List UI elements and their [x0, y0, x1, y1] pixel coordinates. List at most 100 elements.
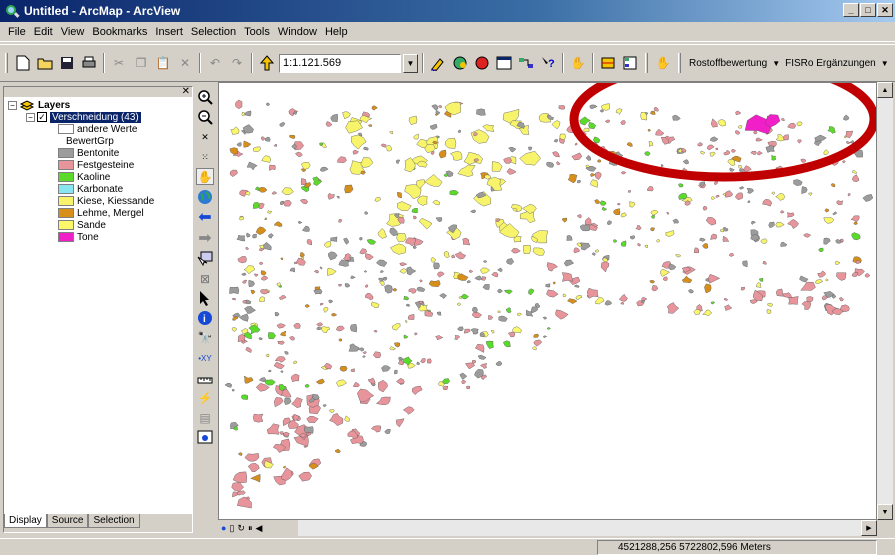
map-feature-polygon[interactable]: [765, 145, 775, 153]
map-feature-polygon[interactable]: [511, 247, 521, 254]
map-feature-polygon[interactable]: [653, 106, 659, 112]
map-feature-polygon[interactable]: [359, 248, 368, 255]
map-feature-polygon[interactable]: [293, 323, 301, 329]
forward-extent-arrow-icon[interactable]: ➡: [196, 229, 214, 247]
map-feature-polygon[interactable]: [735, 110, 742, 116]
map-feature-polygon[interactable]: [607, 220, 612, 225]
map-feature-polygon[interactable]: [710, 301, 716, 305]
map-feature-polygon[interactable]: [512, 208, 518, 212]
map-feature-polygon[interactable]: [533, 339, 543, 347]
map-feature-polygon[interactable]: [443, 250, 450, 259]
map-feature-polygon[interactable]: [396, 378, 405, 385]
map-feature-polygon[interactable]: [851, 232, 861, 241]
map-feature-polygon[interactable]: [319, 142, 324, 146]
map-feature-polygon[interactable]: [368, 124, 373, 127]
open-folder-icon[interactable]: [35, 53, 55, 73]
map-feature-polygon[interactable]: [506, 168, 517, 175]
map-feature-polygon[interactable]: [585, 164, 590, 168]
toolbar-grip[interactable]: [678, 53, 681, 73]
map-feature-polygon[interactable]: [705, 217, 717, 226]
map-feature-polygon[interactable]: [650, 209, 659, 216]
map-feature-polygon[interactable]: [436, 135, 441, 139]
clear-selection-icon[interactable]: ⊠: [196, 270, 214, 287]
map-feature-polygon[interactable]: [832, 211, 837, 216]
map-feature-polygon[interactable]: [458, 295, 463, 300]
time-slider-icon[interactable]: [196, 429, 214, 446]
map-feature-polygon[interactable]: [801, 186, 808, 194]
map-feature-polygon[interactable]: [555, 309, 569, 320]
map-feature-polygon[interactable]: [508, 147, 517, 153]
map-feature-polygon[interactable]: [266, 423, 280, 435]
map-feature-polygon[interactable]: [843, 114, 850, 121]
map-feature-polygon[interactable]: [313, 289, 323, 295]
paste-icon[interactable]: 📋: [153, 53, 173, 73]
map-feature-polygon[interactable]: [268, 233, 274, 239]
map-canvas[interactable]: [219, 83, 877, 520]
map-feature-polygon[interactable]: [325, 121, 333, 127]
map-feature-polygon[interactable]: [507, 331, 516, 338]
map-feature-polygon[interactable]: [402, 406, 415, 415]
rostoffbewertung-menu[interactable]: Rostoffbewertung: [686, 58, 770, 69]
map-feature-polygon[interactable]: [303, 426, 314, 434]
map-feature-polygon[interactable]: [847, 193, 851, 197]
map-feature-polygon[interactable]: [450, 150, 463, 161]
map-feature-polygon[interactable]: [738, 125, 743, 129]
map-feature-polygon[interactable]: [304, 384, 310, 388]
map-feature-polygon[interactable]: [293, 261, 298, 265]
map-display[interactable]: [218, 82, 877, 520]
map-feature-polygon[interactable]: [364, 211, 369, 215]
legend-swatch[interactable]: [58, 124, 74, 134]
map-feature-polygon[interactable]: [442, 385, 449, 391]
map-feature-polygon[interactable]: [771, 191, 775, 195]
map-feature-polygon[interactable]: [268, 369, 272, 373]
map-feature-polygon[interactable]: [604, 300, 613, 306]
menu-window[interactable]: Window: [274, 26, 321, 38]
collapse-layer-icon[interactable]: −: [26, 112, 35, 122]
tool-hand-icon[interactable]: ✋: [568, 53, 588, 73]
map-feature-polygon[interactable]: [455, 251, 467, 260]
map-feature-polygon[interactable]: [265, 353, 270, 358]
map-feature-polygon[interactable]: [414, 332, 418, 336]
map-feature-polygon[interactable]: [528, 288, 534, 296]
measure-ruler-icon[interactable]: [196, 369, 214, 386]
map-feature-polygon[interactable]: [408, 288, 417, 294]
map-feature-polygon[interactable]: [403, 296, 409, 301]
map-feature-polygon[interactable]: [476, 108, 486, 116]
map-feature-polygon[interactable]: [279, 121, 286, 128]
map-feature-polygon[interactable]: [693, 309, 701, 315]
map-feature-polygon[interactable]: [711, 196, 716, 200]
map-feature-polygon[interactable]: [298, 471, 312, 482]
map-feature-polygon[interactable]: [532, 247, 545, 256]
map-feature-polygon[interactable]: [247, 462, 260, 473]
map-feature-polygon[interactable]: [838, 297, 844, 302]
map-feature-polygon[interactable]: [589, 104, 598, 110]
map-feature-polygon[interactable]: [600, 103, 610, 111]
map-feature-polygon[interactable]: [351, 134, 367, 150]
map-feature-polygon[interactable]: [475, 343, 485, 353]
map-feature-polygon[interactable]: [338, 283, 342, 287]
map-feature-polygon[interactable]: [299, 199, 309, 205]
hyperlink-lightning-icon[interactable]: ⚡: [196, 389, 214, 406]
map-feature-polygon[interactable]: [497, 288, 503, 294]
map-feature-polygon[interactable]: [650, 110, 656, 115]
map-feature-polygon[interactable]: [264, 136, 271, 142]
map-feature-polygon[interactable]: [343, 253, 352, 261]
map-feature-polygon[interactable]: [360, 157, 374, 168]
tab-display[interactable]: Display: [4, 514, 47, 528]
map-feature-polygon[interactable]: [406, 266, 417, 276]
map-feature-polygon[interactable]: [756, 282, 762, 288]
map-feature-polygon[interactable]: [267, 332, 276, 340]
map-feature-polygon[interactable]: [359, 237, 363, 241]
go-to-xy-icon[interactable]: •XY: [196, 350, 214, 367]
map-feature-polygon[interactable]: [577, 180, 582, 184]
map-feature-polygon[interactable]: [237, 334, 246, 342]
map-feature-polygon[interactable]: [281, 467, 293, 481]
map-feature-polygon[interactable]: [566, 235, 573, 241]
map-feature-polygon[interactable]: [700, 150, 706, 155]
map-feature-polygon[interactable]: [362, 355, 366, 358]
map-feature-polygon[interactable]: [842, 160, 846, 164]
scroll-up-icon[interactable]: ▲: [877, 82, 893, 98]
map-feature-polygon[interactable]: [277, 340, 285, 345]
map-feature-polygon[interactable]: [463, 151, 483, 165]
map-feature-polygon[interactable]: [668, 263, 677, 271]
